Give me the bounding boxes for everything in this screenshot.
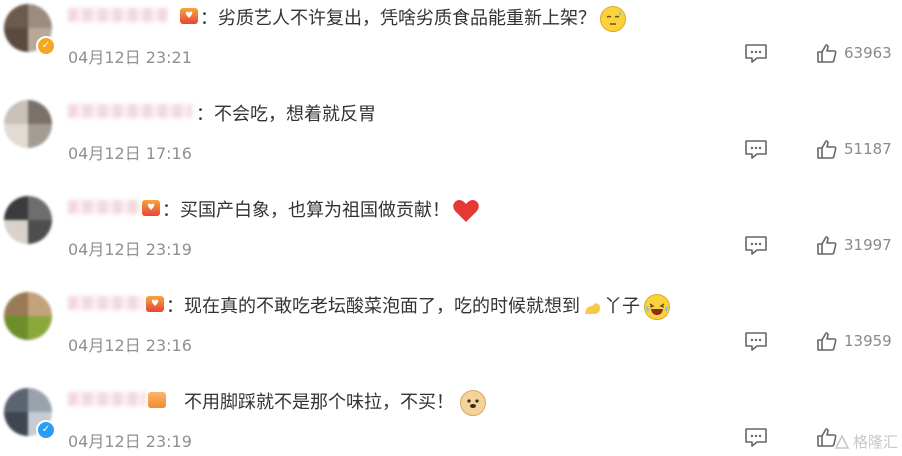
thumbs-up-icon [817, 236, 837, 255]
like-count: 13959 [844, 332, 892, 350]
comment-item: ♥ ：买国产白象，也算为祖国做贡献！ 04月12日 23:19 31997 [0, 192, 902, 288]
like-button[interactable]: 13959 [816, 330, 892, 352]
username-blurred[interactable] [68, 8, 168, 22]
comment-text: 不用脚踩就不是那个味拉，不买！ [184, 392, 454, 413]
avatar[interactable]: ✓ [4, 4, 56, 56]
like-button[interactable]: 31997 [816, 234, 892, 256]
thumbs-up-icon [817, 140, 837, 159]
fan-medal-icon: ♥ [180, 8, 198, 24]
fan-medal-icon [148, 392, 166, 408]
like-count: 63963 [844, 44, 892, 62]
comment-date: 04月12日 17:16 [68, 144, 192, 163]
comment-item: ：不会吃，想着就反胃 04月12日 17:16 51187 [0, 96, 902, 192]
username-blurred[interactable] [68, 104, 192, 118]
comment-icon [745, 428, 767, 447]
avatar[interactable] [4, 292, 52, 340]
like-button[interactable]: 63963 [816, 42, 892, 64]
comment-text: ：不会吃，想着就反胃 [196, 104, 376, 125]
verified-gold-icon: ✓ [36, 36, 56, 56]
comment-item: ✓ ♥ ：劣质艺人不许复出，凭啥劣质食品能重新上架？ 04月12日 23:21 … [0, 0, 902, 96]
avatar[interactable] [4, 196, 52, 244]
fan-medal-icon: ♥ [146, 296, 164, 312]
comment-icon [745, 332, 767, 351]
avatar[interactable]: ✓ [4, 388, 56, 440]
comment-text: ：劣质艺人不许复出，凭啥劣质食品能重新上架？ [200, 8, 596, 29]
comment-item: ♥ ：现在真的不敢吃老坛酸菜泡面了，吃的时候就想到 丫子 04月12日 23:1… [0, 288, 902, 384]
doge-emoji-icon [460, 390, 486, 416]
comment-button[interactable] [744, 330, 768, 352]
comment-icon [745, 140, 767, 159]
comment-date: 04月12日 23:19 [68, 240, 192, 259]
watermark-logo: 格隆汇 [834, 431, 898, 452]
laughing-tears-emoji-icon [644, 294, 670, 320]
comment-date: 04月12日 23:21 [68, 48, 192, 67]
comment-text: ：买国产白象，也算为祖国做贡献！ [162, 200, 450, 221]
comment-text: ：现在真的不敢吃老坛酸菜泡面了，吃的时候就想到 [166, 296, 580, 317]
thumbs-up-icon [817, 332, 837, 351]
comment-icon [745, 236, 767, 255]
username-blurred[interactable] [68, 296, 144, 310]
comment-date: 04月12日 23:19 [68, 432, 192, 451]
thumbs-up-icon [817, 44, 837, 63]
comment-button[interactable] [744, 234, 768, 256]
like-count: 31997 [844, 236, 892, 254]
comment-text-suffix: 丫子 [604, 296, 640, 317]
username-blurred[interactable] [68, 200, 140, 214]
watermark-text: 格隆汇 [852, 433, 898, 451]
username-blurred[interactable] [68, 392, 146, 406]
comment-item: ✓ 不用脚踩就不是那个味拉，不买！ 04月12日 23:19 [0, 384, 902, 456]
avatar[interactable] [4, 100, 52, 148]
like-count: 51187 [844, 140, 892, 158]
like-button[interactable]: 51187 [816, 138, 892, 160]
heart-emoji-icon [453, 200, 479, 222]
comment-button[interactable] [744, 138, 768, 160]
watermark-icon [834, 433, 850, 449]
comment-date: 04月12日 23:16 [68, 336, 192, 355]
comment-button[interactable] [744, 426, 768, 448]
comment-icon [745, 44, 767, 63]
comment-button[interactable] [744, 42, 768, 64]
verified-blue-icon: ✓ [36, 420, 56, 440]
fan-medal-icon: ♥ [142, 200, 160, 216]
sweat-face-emoji-icon [600, 6, 626, 32]
foot-emoji-icon [585, 303, 600, 314]
